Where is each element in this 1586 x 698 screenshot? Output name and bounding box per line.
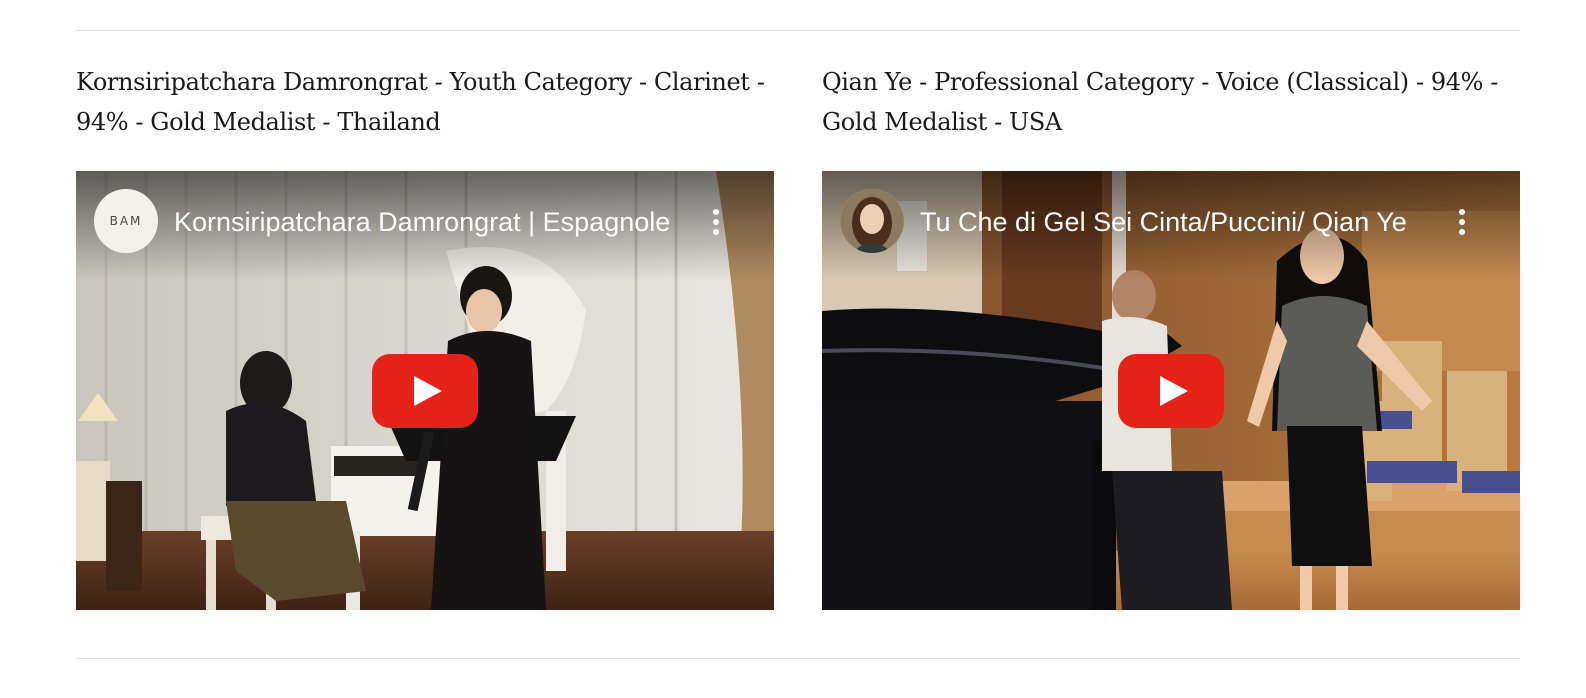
entry-caption: Kornsiripatchara Damrongrat - Youth Cate…: [76, 68, 765, 136]
video-embed[interactable]: Tu Che di Gel Sei Cinta/Puccini/ Qian Ye: [822, 171, 1520, 610]
youtube-play-icon[interactable]: [372, 354, 478, 428]
entry-caption: Qian Ye - Professional Category - Voice …: [822, 68, 1498, 136]
video-title[interactable]: Kornsiripatchara Damrongrat | Espagnole: [174, 205, 694, 239]
channel-avatar[interactable]: BAM: [94, 189, 158, 253]
video-entry-1: Kornsiripatchara Damrongrat - Youth Cate…: [76, 62, 774, 610]
video-entry-2: Qian Ye - Professional Category - Voice …: [822, 62, 1520, 610]
youtube-play-icon[interactable]: [1118, 354, 1224, 428]
channel-avatar-photo: [840, 189, 904, 253]
bottom-divider: [76, 658, 1520, 659]
video-embed[interactable]: BAM Kornsiripatchara Damrongrat | Espagn…: [76, 171, 774, 610]
more-vertical-icon[interactable]: [1456, 207, 1468, 237]
video-title[interactable]: Tu Che di Gel Sei Cinta/Puccini/ Qian Ye: [920, 205, 1440, 239]
more-vertical-icon[interactable]: [710, 207, 722, 237]
channel-avatar[interactable]: [840, 189, 904, 253]
top-divider: [76, 30, 1520, 31]
channel-avatar-text: BAM: [109, 214, 143, 228]
